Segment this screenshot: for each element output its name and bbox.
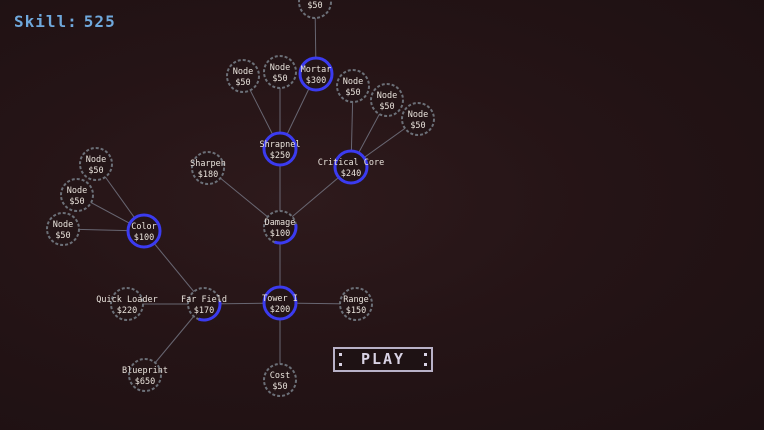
skill-node-tower[interactable]: Tower I$200 xyxy=(262,285,298,321)
skill-node-node-b[interactable]: Node$50 xyxy=(263,55,297,89)
skill-node-name: Shrapnel xyxy=(260,140,301,150)
play-label: PLAY xyxy=(360,350,406,368)
skill-node-cost: $100 xyxy=(134,233,154,243)
skill-node-name: Critical Core xyxy=(318,158,385,168)
skill-node-name: Node xyxy=(53,220,73,230)
play-button-corner xyxy=(339,353,342,356)
skill-node-cost: $180 xyxy=(198,170,218,180)
skill-node-name: Tower I xyxy=(262,294,298,304)
skill-node-shrapnel[interactable]: Shrapnel$250 xyxy=(260,131,301,167)
skill-node-color[interactable]: Color$100 xyxy=(126,213,162,249)
skill-node-critcore[interactable]: Critical Core$240 xyxy=(318,149,385,185)
skill-node-cost: $150 xyxy=(346,306,366,316)
skill-node-node-h[interactable]: Node$50 xyxy=(46,212,80,246)
skill-node-farfield[interactable]: Far Field$170 xyxy=(181,287,227,322)
skill-node-name: Mortar xyxy=(301,65,332,75)
skill-node-name: Damage xyxy=(265,218,296,228)
skill-node-cost: $50 xyxy=(235,78,250,88)
skill-node-name: Sharpen xyxy=(190,159,226,169)
skill-tree-edges xyxy=(62,1,419,380)
skill-node-name: Node xyxy=(86,155,106,165)
play-button-corner xyxy=(424,353,427,356)
skill-node-name: Node xyxy=(408,110,428,120)
skill-node-blueprint[interactable]: Blueprint$650 xyxy=(122,358,168,392)
skill-node-cost: $650 xyxy=(135,377,155,387)
skill-node-sharpen[interactable]: Sharpen$180 xyxy=(190,151,226,185)
skill-node-name: Node xyxy=(377,91,397,101)
skill-node-mortar[interactable]: Mortar$300 xyxy=(298,56,334,92)
skill-node-name: Color xyxy=(131,222,157,232)
skill-node-cost: $50 xyxy=(69,197,84,207)
skill-node-name: Node xyxy=(343,77,363,87)
skill-node-cost[interactable]: Cost$50 xyxy=(263,363,297,397)
skill-node-cost: $50 xyxy=(379,102,394,112)
skill-node-cost: $50 xyxy=(272,382,287,392)
skill-node-node-g[interactable]: Node$50 xyxy=(60,178,94,212)
skill-node-top[interactable]: $50 xyxy=(298,0,332,19)
skill-node-cost: $50 xyxy=(272,74,287,84)
skill-node-cost: $240 xyxy=(341,169,361,179)
skill-node-name: Node xyxy=(233,67,253,77)
skill-node-node-d[interactable]: Node$50 xyxy=(370,83,404,117)
skill-node-cost: $200 xyxy=(270,305,290,315)
skill-node-name: Node xyxy=(270,63,290,73)
skill-node-range[interactable]: Range$150 xyxy=(339,287,373,321)
skill-node-cost: $50 xyxy=(55,231,70,241)
skill-node-name: Quick Loader xyxy=(96,295,157,305)
skill-node-cost: $170 xyxy=(194,306,214,316)
skill-node-node-e[interactable]: Node$50 xyxy=(401,102,435,136)
skill-node-cost: $100 xyxy=(270,229,290,239)
play-button[interactable]: PLAY xyxy=(333,347,433,372)
skill-node-node-f[interactable]: Node$50 xyxy=(79,147,113,181)
skill-node-cost: $300 xyxy=(306,76,326,86)
skill-node-name: Cost xyxy=(270,371,290,381)
skill-node-cost: $220 xyxy=(117,306,137,316)
skill-node-name: Range xyxy=(343,295,369,305)
play-button-corner xyxy=(339,363,342,366)
skill-node-cost: $250 xyxy=(270,151,290,161)
skill-node-damage[interactable]: Damage$100 xyxy=(263,210,298,245)
skill-node-cost: $50 xyxy=(307,1,322,11)
skill-node-quickload[interactable]: Quick Loader$220 xyxy=(96,287,158,321)
skill-node-name: Node xyxy=(67,186,87,196)
skill-node-node-c[interactable]: Node$50 xyxy=(336,69,370,103)
skill-node-name: Blueprint xyxy=(122,366,168,376)
skill-tree-nodes: $50Node$50Node$50Mortar$300 Node$50 Node$5… xyxy=(46,0,435,397)
play-button-corner xyxy=(424,363,427,366)
skill-node-cost: $50 xyxy=(345,88,360,98)
skill-node-node-a[interactable]: Node$50 xyxy=(226,59,260,93)
skill-node-cost: $50 xyxy=(88,166,103,176)
skill-node-name: Far Field xyxy=(181,295,227,305)
skill-node-cost: $50 xyxy=(410,121,425,131)
